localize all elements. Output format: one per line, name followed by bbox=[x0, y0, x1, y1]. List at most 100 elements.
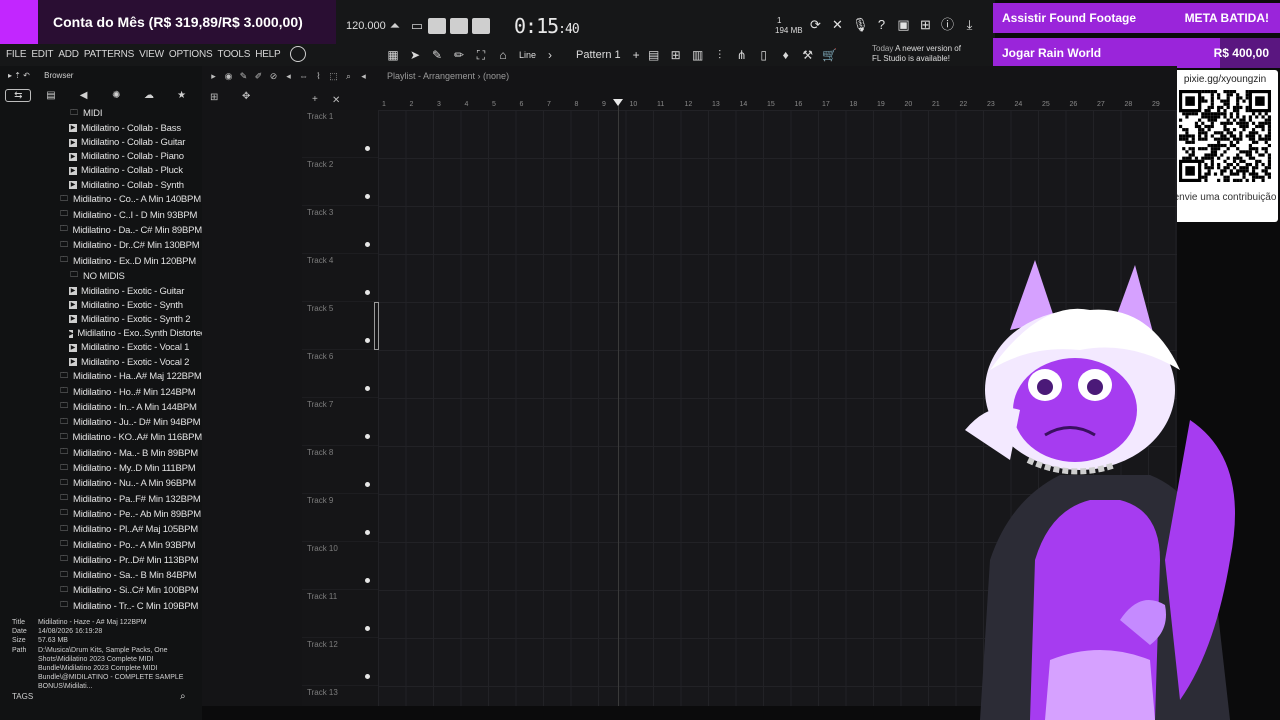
mute-icon[interactable]: ◂ bbox=[283, 71, 294, 82]
track-enable-dot[interactable] bbox=[365, 530, 370, 535]
track-header[interactable]: Track 13 bbox=[302, 686, 378, 720]
playhead-marker[interactable] bbox=[613, 99, 623, 106]
browser-file[interactable]: ▶ Midilatino - Collab - Pluck bbox=[0, 164, 202, 178]
select-icon[interactable]: ⬚ bbox=[328, 71, 339, 82]
undo-history-icon[interactable]: ⟳ bbox=[808, 17, 823, 32]
tab-sounds-icon[interactable]: ✺ bbox=[103, 90, 129, 101]
track-enable-dot[interactable] bbox=[365, 578, 370, 583]
track-header[interactable]: Track 10 bbox=[302, 542, 378, 590]
delete-icon[interactable]: ⊘ bbox=[268, 71, 279, 82]
paint-icon[interactable]: ✏ bbox=[451, 48, 467, 62]
brush-icon[interactable]: ✎ bbox=[429, 48, 445, 62]
menu-help[interactable]: HELP bbox=[255, 49, 281, 60]
mixer-icon[interactable]: ⫶ bbox=[712, 48, 728, 63]
save-icon[interactable]: ▣ bbox=[896, 17, 911, 32]
snap-mode[interactable]: Line bbox=[519, 50, 536, 60]
browser-folder[interactable]: 🗀 Midilatino - Pe..- Ab Min 89BPM bbox=[0, 507, 202, 522]
track-enable-dot[interactable] bbox=[365, 290, 370, 295]
browser-file[interactable]: ▶ Midilatino - Exo..Synth Distorted bbox=[0, 327, 202, 341]
menu-options[interactable]: OPTIONS bbox=[169, 49, 213, 60]
browser-nav-icons[interactable]: ▸ ⇡ ↶ bbox=[8, 71, 30, 80]
browser-folder[interactable]: 🗀 Midilatino - Sa..- B Min 84BPM bbox=[0, 568, 202, 583]
menu-view[interactable]: VIEW bbox=[139, 49, 164, 60]
add-track-icon[interactable]: + bbox=[312, 94, 318, 105]
stamp-icon[interactable]: ⛶ bbox=[473, 48, 489, 63]
track-enable-dot[interactable] bbox=[365, 674, 370, 679]
magnet-icon[interactable]: ⌂ bbox=[495, 48, 511, 62]
add-pattern-button[interactable]: + bbox=[633, 48, 640, 62]
track-enable-dot[interactable] bbox=[365, 626, 370, 631]
snap-icon[interactable]: ◉ bbox=[223, 71, 234, 82]
playlist-pattern[interactable]: (none) bbox=[483, 71, 509, 81]
menu-file[interactable]: FILE bbox=[6, 49, 27, 60]
browser-file[interactable]: ▶ Midilatino - Collab - Piano bbox=[0, 150, 202, 164]
browser-folder[interactable]: 🗀 Midilatino - In..- A Min 144BPM bbox=[0, 400, 202, 415]
browser-folder[interactable]: 🗀 Midilatino - C..I - D Min 93BPM bbox=[0, 208, 202, 223]
mixer-cut-icon[interactable]: ✕ bbox=[830, 17, 845, 32]
grid-icon[interactable]: ⊞ bbox=[210, 92, 218, 103]
browser-file[interactable]: ▶ Midilatino - Exotic - Synth 2 bbox=[0, 312, 202, 326]
cart-icon[interactable]: 🛒 bbox=[822, 48, 838, 62]
tempo-display[interactable]: 120.000 bbox=[346, 20, 386, 32]
close-icon[interactable]: ✕ bbox=[332, 95, 340, 106]
tab-cloud-icon[interactable]: ☁ bbox=[136, 90, 162, 101]
browser-file[interactable]: ▶ Midilatino - Exotic - Synth bbox=[0, 298, 202, 312]
menu-add[interactable]: ADD bbox=[58, 49, 79, 60]
track-enable-dot[interactable] bbox=[365, 242, 370, 247]
track-header[interactable]: Track 3 bbox=[302, 206, 378, 254]
paint-icon[interactable]: ✐ bbox=[253, 71, 264, 82]
wait-icon[interactable]: ▭ bbox=[406, 18, 428, 34]
browser-folder[interactable]: 🗀 Midilatino - Po..- A Min 93BPM bbox=[0, 537, 202, 552]
tab-favorites-icon[interactable]: ★ bbox=[169, 90, 195, 101]
draw-icon[interactable]: ✎ bbox=[238, 71, 249, 82]
track-header[interactable]: Track 6 bbox=[302, 350, 378, 398]
microphone-icon[interactable]: 🎙 bbox=[852, 17, 869, 32]
browser-file[interactable]: ▶ Midilatino - Exotic - Vocal 2 bbox=[0, 355, 202, 369]
browser-folder[interactable]: 🗀 Midilatino - Da..- C# Min 89BPM bbox=[0, 223, 202, 238]
update-notice[interactable]: Today A newer version of FL Studio is av… bbox=[872, 44, 964, 64]
track-scrollbar[interactable] bbox=[374, 302, 379, 350]
metronome-icon[interactable]: ⏶ bbox=[384, 18, 406, 34]
track-enable-dot[interactable] bbox=[365, 146, 370, 151]
browser-folder[interactable]: 🗀Midilatino - We..- A Min 98BPM bbox=[0, 614, 202, 617]
browser-folder[interactable]: 🗀 Midilatino - My..D Min 111BPM bbox=[0, 461, 202, 476]
track-header[interactable]: Track 4 bbox=[302, 254, 378, 302]
plugin-icon[interactable]: ⊞ bbox=[918, 17, 933, 32]
slip-icon[interactable]: ⇔ bbox=[298, 71, 309, 81]
browser-folder[interactable]: 🗀 Midilatino - Si..C# Min 100BPM bbox=[0, 583, 202, 598]
search-icon[interactable]: ⌕ bbox=[180, 691, 186, 702]
browser-icon[interactable]: ▯ bbox=[756, 48, 772, 62]
menu-tools[interactable]: TOOLS bbox=[217, 49, 250, 60]
track-header[interactable]: Track 5 bbox=[302, 302, 378, 350]
download-icon[interactable]: ⤓ bbox=[962, 17, 977, 32]
browser-folder[interactable]: 🗀 Midilatino - Pa..F# Min 132BPM bbox=[0, 492, 202, 507]
browser-folder[interactable]: 🗀 Midilatino - Pr..D# Min 113BPM bbox=[0, 553, 202, 568]
browser-folder[interactable]: 🗀 Midilatino - Ma..- B Min 89BPM bbox=[0, 446, 202, 461]
browser-folder[interactable]: 🗀 Midilatino - Nu..- A Min 96BPM bbox=[0, 476, 202, 491]
track-header[interactable]: Track 1 bbox=[302, 110, 378, 158]
browser-file[interactable]: ▶ Midilatino - Exotic - Guitar bbox=[0, 284, 202, 298]
arrow-icon[interactable]: ▸ bbox=[208, 71, 219, 82]
menu-edit[interactable]: EDIT bbox=[31, 49, 53, 60]
browser-folder[interactable]: 🗀 Midilatino - Ex..D Min 120BPM bbox=[0, 253, 202, 268]
loop-record-toggle[interactable] bbox=[472, 18, 490, 34]
play-arrow-icon[interactable]: ➤ bbox=[407, 48, 423, 62]
pattern-selector[interactable]: Pattern 1 bbox=[576, 49, 621, 61]
zoom-icon[interactable]: ⌕ bbox=[343, 71, 354, 82]
browser-folder[interactable]: 🗀 Midilatino - Ho..# Min 124BPM bbox=[0, 384, 202, 399]
move-icon[interactable]: ✥ bbox=[242, 91, 250, 102]
track-header[interactable]: Track 2 bbox=[302, 158, 378, 206]
browser-folder[interactable]: 🗀 Midilatino - Ha..A# Maj 122BPM bbox=[0, 369, 202, 384]
browser-folder[interactable]: 🗀 Midilatino - KO..A# Min 116BPM bbox=[0, 430, 202, 445]
plugin-picker-icon[interactable]: ♦ bbox=[778, 48, 794, 62]
channel-rack-icon[interactable]: ⊞ bbox=[668, 48, 684, 62]
help-icon[interactable]: ? bbox=[874, 17, 889, 32]
browser-folder[interactable]: 🗀 Midilatino - Dr..C# Min 130BPM bbox=[0, 238, 202, 253]
tab-plugins-icon[interactable]: ◀ bbox=[71, 90, 97, 101]
record-circle-icon[interactable] bbox=[289, 46, 306, 62]
browser-folder[interactable]: 🗀 Midilatino - Pl..A# Maj 105BPM bbox=[0, 522, 202, 537]
browser-file[interactable]: ▶ Midilatino - Collab - Synth bbox=[0, 178, 202, 192]
slice-icon[interactable]: ⌇ bbox=[313, 71, 324, 82]
blend-toggle[interactable] bbox=[450, 18, 468, 34]
tab-files-icon[interactable]: ▤ bbox=[38, 90, 64, 101]
